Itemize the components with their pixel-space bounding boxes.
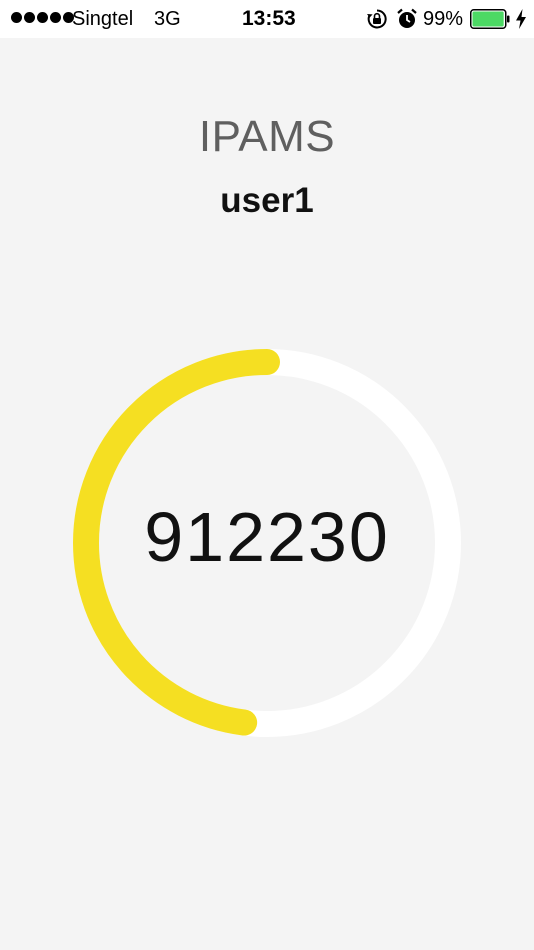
signal-dot	[11, 12, 22, 23]
otp-code: 912230	[144, 498, 390, 576]
charging-icon	[516, 9, 526, 29]
signal-strength-icon	[11, 12, 74, 23]
app-title: IPAMS	[198, 112, 336, 161]
rotation-lock-icon	[367, 9, 387, 29]
signal-dot	[50, 12, 61, 23]
status-time: 13:53	[242, 7, 296, 30]
signal-dot	[24, 12, 35, 23]
alarm-icon	[397, 8, 417, 28]
battery-percentage: 99%	[423, 8, 464, 30]
username-label: user1	[220, 181, 314, 220]
battery-icon	[470, 9, 510, 29]
network-type: 3G	[154, 8, 181, 30]
status-bar: Singtel 3G 13:53 99%	[0, 0, 534, 38]
carrier-name: Singtel	[72, 8, 134, 30]
signal-dot	[37, 12, 48, 23]
